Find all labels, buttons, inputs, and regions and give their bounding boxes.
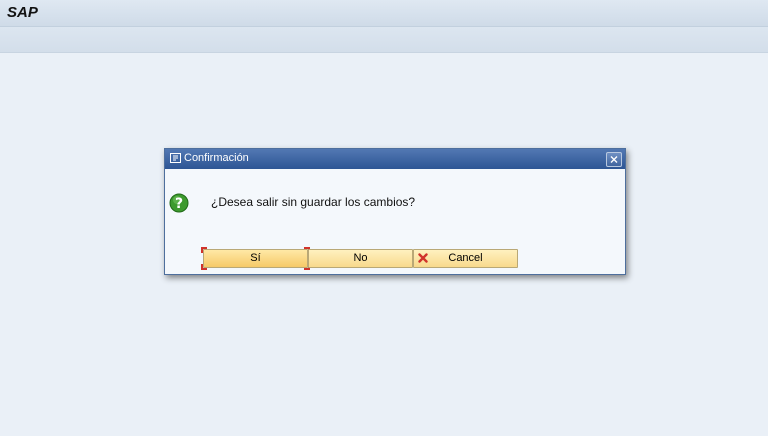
dialog-header: Confirmación [165,149,625,169]
window-icon [170,153,181,163]
yes-button-label: Sí [250,252,261,264]
app-title: SAP [7,4,38,21]
sap-title-bar: SAP [0,0,768,27]
confirmation-dialog: Confirmación ? ¿Desea salir sin guardar … [164,148,626,275]
question-icon: ? [169,193,189,213]
svg-text:?: ? [175,196,183,212]
dialog-title: Confirmación [184,152,249,164]
cancel-button[interactable]: Cancel [413,249,518,268]
focus-corner [201,247,207,253]
focus-corner [201,264,207,270]
toolbar [0,27,768,53]
close-icon [610,156,618,163]
dialog-message: ¿Desea salir sin guardar los cambios? [211,195,416,209]
cancel-x-icon [418,253,428,263]
no-button-label: No [353,252,368,264]
close-button[interactable] [606,152,622,167]
yes-button[interactable]: Sí [201,247,310,270]
no-button[interactable]: No [308,249,413,268]
cancel-button-label: Cancel [448,252,483,264]
